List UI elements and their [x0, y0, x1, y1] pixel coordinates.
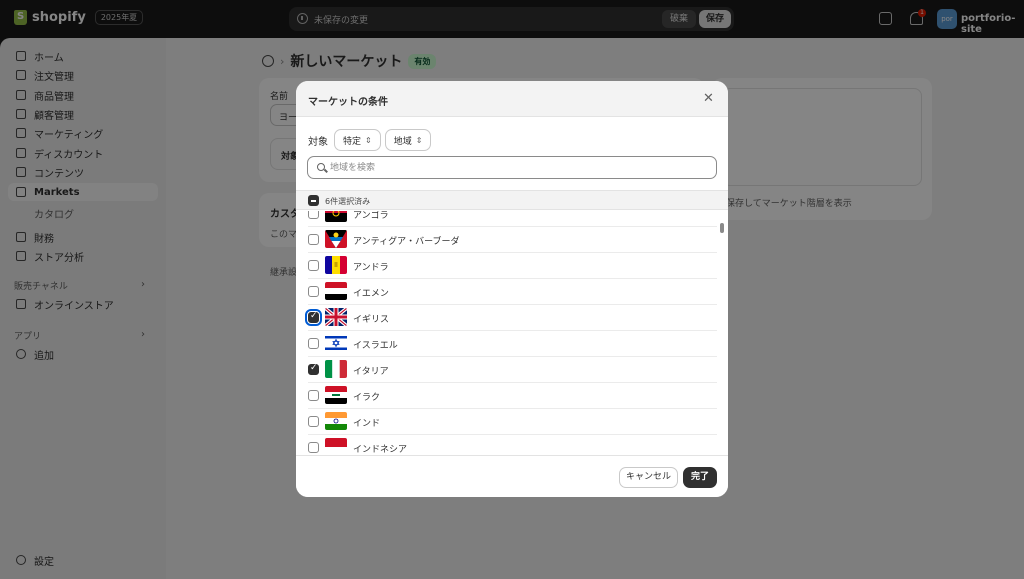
list-item-antigua[interactable]: アンティグア・バーブーダ [308, 227, 717, 253]
checkbox[interactable] [308, 416, 319, 427]
cancel-button[interactable]: キャンセル [619, 467, 678, 488]
antigua-flag-icon [325, 230, 347, 248]
iraq-flag-icon [325, 386, 347, 404]
target-label: 対象 [308, 136, 328, 148]
uk-flag-icon [325, 308, 347, 326]
search-icon [317, 163, 325, 171]
india-flag-icon [325, 412, 347, 430]
done-button[interactable]: 完了 [683, 467, 717, 488]
yemen-flag-icon [325, 282, 347, 300]
country-list: アンゴラ アンティグア・バーブーダ アンドラ イエメン ✓ イギリス イスラエル… [296, 211, 728, 455]
indonesia-flag-icon [325, 438, 347, 455]
checkbox[interactable] [305, 309, 322, 326]
modal-header: マーケットの条件 ✕ [296, 81, 728, 117]
list-item-israel[interactable]: イスラエル [308, 331, 717, 357]
scope-select[interactable]: 特定 ⇕ [334, 129, 381, 151]
selected-count: 6件選択済み [325, 197, 371, 206]
country-name: イエメン [353, 289, 389, 299]
market-conditions-modal: マーケットの条件 ✕ 対象 特定 ⇕ 地域 ⇕ 6件選択済み アンゴラ [296, 81, 728, 497]
list-item-andorra[interactable]: アンドラ [308, 253, 717, 279]
checkbox[interactable] [308, 211, 319, 219]
select-all-checkbox[interactable] [308, 195, 319, 206]
list-item-yemen[interactable]: イエメン [308, 279, 717, 305]
checkbox[interactable] [308, 234, 319, 245]
country-name: アンティグア・バーブーダ [353, 237, 460, 247]
type-select[interactable]: 地域 ⇕ [384, 129, 432, 151]
list-scrollbar[interactable] [720, 223, 724, 233]
chevron-up-down-icon: ⇕ [415, 135, 423, 145]
selection-bar: 6件選択済み [296, 190, 728, 210]
country-name: アンドラ [353, 263, 389, 273]
type-select-value: 地域 [393, 136, 412, 147]
list-item-italy[interactable]: イタリア [308, 357, 717, 383]
list-item-angola[interactable]: アンゴラ [308, 211, 717, 227]
search-input[interactable] [330, 160, 710, 176]
list-item-iraq[interactable]: イラク [308, 383, 717, 409]
list-item-india[interactable]: インド [308, 409, 717, 435]
filter-row: 対象 特定 ⇕ 地域 ⇕ [308, 129, 432, 151]
country-name: アンゴラ [353, 211, 389, 221]
checkbox[interactable] [308, 286, 319, 297]
scope-select-value: 特定 [343, 136, 362, 147]
region-search[interactable] [307, 156, 717, 179]
country-name: インド [353, 419, 381, 429]
modal-footer: キャンセル 完了 [296, 455, 728, 497]
country-name: インドネシア [353, 445, 408, 455]
country-name: イギリス [353, 315, 390, 325]
list-item-united-kingdom[interactable]: イギリス [305, 305, 717, 331]
israel-flag-icon [325, 334, 347, 352]
andorra-flag-icon [325, 256, 347, 274]
close-icon[interactable]: ✕ [703, 91, 714, 106]
checkbox[interactable] [308, 390, 319, 401]
list-item-indonesia[interactable]: インドネシア [308, 435, 717, 455]
checkbox[interactable] [308, 260, 319, 271]
checkbox[interactable] [308, 338, 319, 349]
modal-title: マーケットの条件 [308, 97, 388, 108]
checkbox[interactable] [308, 442, 319, 453]
checkbox[interactable] [308, 363, 319, 375]
italy-flag-icon [325, 360, 347, 378]
country-name: イラク [353, 393, 381, 403]
country-name: イスラエル [353, 341, 398, 351]
angola-flag-icon [325, 211, 347, 222]
chevron-up-down-icon: ⇕ [365, 135, 372, 145]
country-name: イタリア [353, 367, 389, 377]
